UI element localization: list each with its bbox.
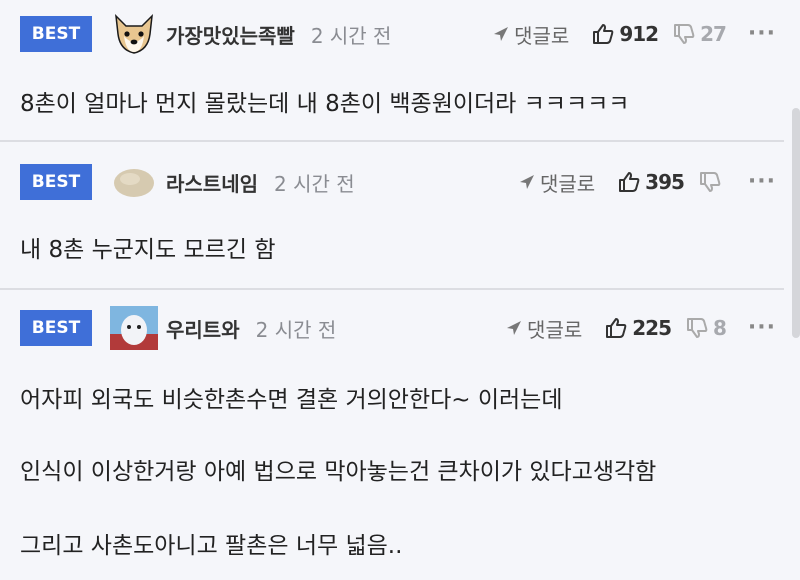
comment-3: BEST 우리트와 2 시간 전 댓글로 225 8 ··· 어자피 외국도 비… [0, 290, 784, 580]
comment-2: BEST 라스트네임 2 시간 전 댓글로 395 ··· 내 8촌 누군지도 … [0, 142, 784, 290]
send-arrow-icon [507, 321, 522, 335]
reply-button[interactable]: 댓글로 [505, 314, 582, 343]
nickname[interactable]: 가장맛있는족빨 [166, 20, 295, 49]
comment-header: BEST 라스트네임 2 시간 전 댓글로 395 ··· [20, 162, 776, 202]
comment-text: 내 8촌 누군지도 모르긴 함 [20, 237, 276, 263]
thumbs-down-icon [699, 172, 721, 192]
comment-text-line-1: 어자피 외국도 비슷한촌수면 결혼 거의안한다~ 이러는데 [20, 387, 563, 413]
comment-1: BEST 가장맛있는족빨 2 시간 전 댓글로 912 27 ··· 8촌이 얼… [0, 0, 784, 142]
reply-label: 댓글로 [539, 171, 596, 196]
best-badge: BEST [20, 310, 92, 346]
dislike-button[interactable] [698, 170, 726, 194]
comment-header: BEST 가장맛있는족빨 2 시간 전 댓글로 912 27 ··· [20, 12, 776, 56]
like-button[interactable]: 395 [617, 170, 685, 194]
best-badge: BEST [20, 164, 92, 200]
timestamp: 2 시간 전 [310, 23, 392, 48]
like-count: 395 [645, 170, 685, 194]
comment-text-line-2: 인식이 이상한거랑 아예 법으로 막아놓는건 큰차이가 있다고생각함 [20, 459, 657, 485]
best-badge: BEST [20, 16, 92, 52]
dog-avatar-icon[interactable] [110, 12, 158, 56]
more-options-icon[interactable]: ··· [748, 317, 776, 339]
thumbs-down-icon [687, 318, 708, 338]
like-button[interactable]: 225 [604, 316, 672, 340]
dislike-count: 8 [713, 316, 727, 340]
more-options-icon[interactable]: ··· [748, 23, 776, 45]
thumbs-down-icon [674, 24, 695, 44]
dislike-count: 27 [700, 22, 727, 46]
dislike-button[interactable]: 27 [672, 22, 727, 46]
more-options-icon[interactable]: ··· [748, 171, 776, 193]
send-arrow-icon [494, 27, 509, 41]
dislike-button[interactable]: 8 [685, 316, 727, 340]
thumbs-up-icon [593, 24, 614, 44]
reply-button[interactable]: 댓글로 [518, 168, 595, 197]
like-count: 225 [632, 316, 672, 340]
timestamp: 2 시간 전 [274, 171, 355, 196]
like-button[interactable]: 912 [591, 22, 659, 46]
nickname[interactable]: 라스트네임 [166, 168, 258, 197]
scrollbar-thumb[interactable] [792, 108, 800, 338]
nickname[interactable]: 우리트와 [166, 314, 240, 343]
reply-label: 댓글로 [527, 317, 583, 342]
like-count: 912 [619, 22, 659, 46]
reply-button[interactable]: 댓글로 [492, 20, 569, 49]
round-avatar-icon[interactable] [110, 160, 158, 204]
send-arrow-icon [519, 175, 534, 189]
timestamp: 2 시간 전 [255, 317, 337, 342]
reply-label: 댓글로 [514, 23, 570, 48]
thumbs-up-icon [619, 172, 640, 192]
thumbs-up-icon [606, 318, 627, 338]
character-avatar-icon[interactable] [110, 306, 158, 350]
comment-text-line-3: 그리고 사촌도아니고 팔촌은 너무 넓음.. [20, 533, 403, 559]
comment-header: BEST 우리트와 2 시간 전 댓글로 225 8 ··· [20, 306, 776, 350]
comment-text: 8촌이 얼마나 먼지 몰랐는데 내 8촌이 백종원이더라 ㅋㅋㅋㅋㅋ [20, 91, 630, 117]
